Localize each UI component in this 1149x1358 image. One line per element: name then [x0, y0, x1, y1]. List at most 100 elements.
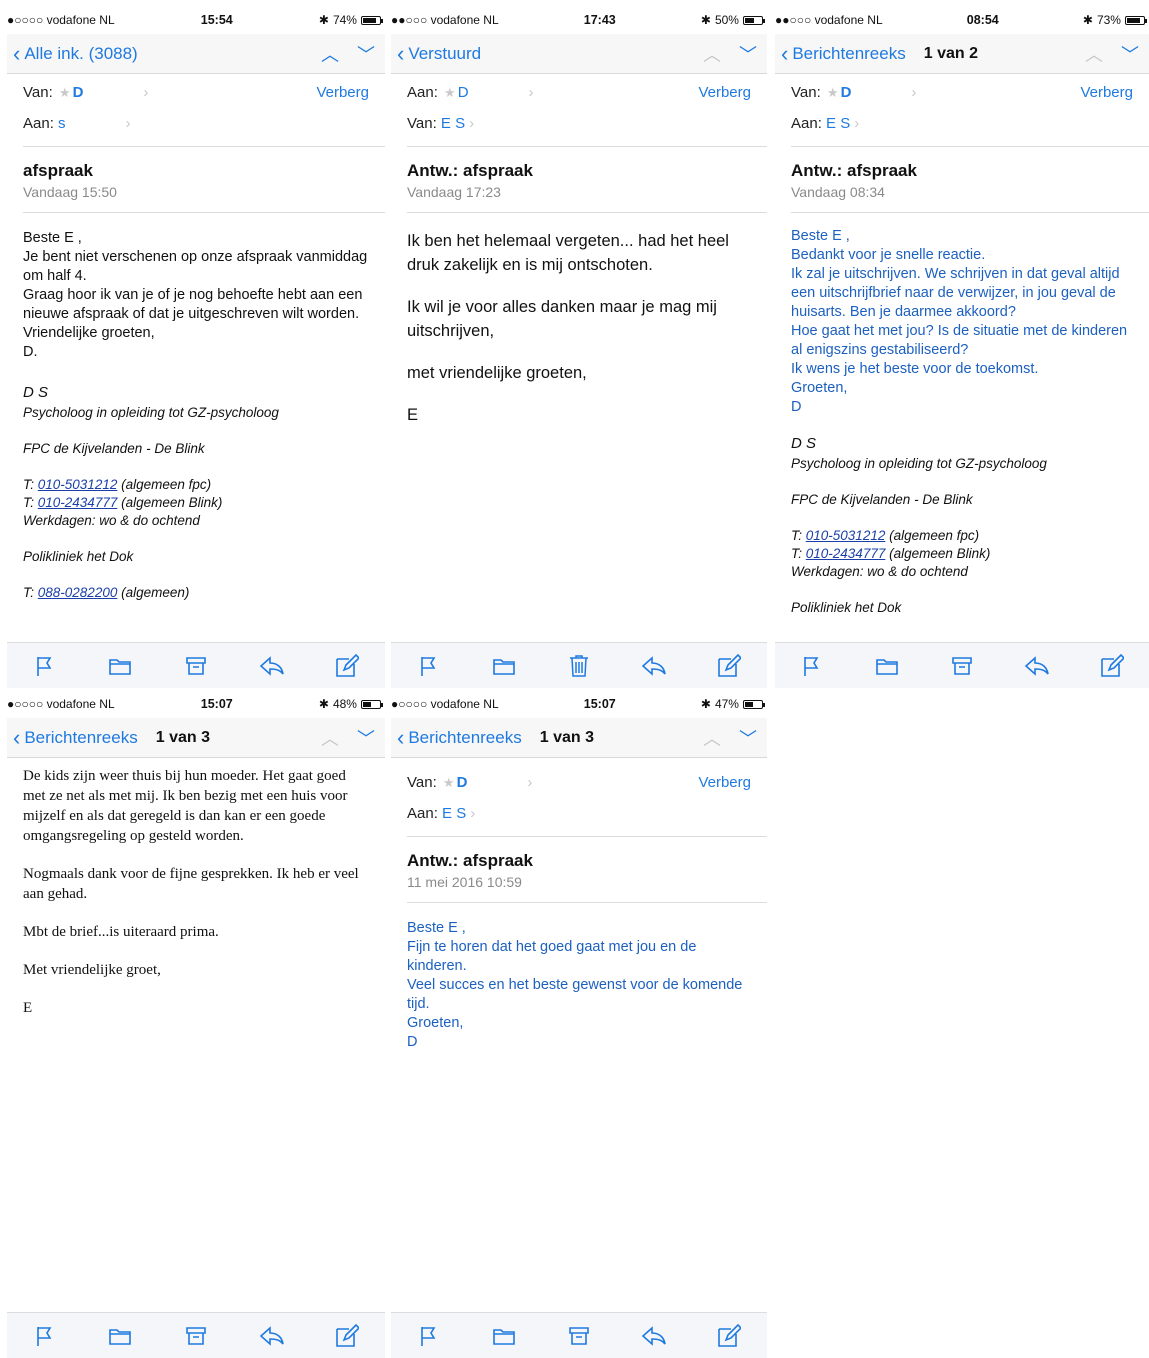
flag-icon[interactable]	[797, 651, 827, 681]
previous-message-icon[interactable]: ︿	[703, 41, 721, 67]
compose-icon[interactable]	[714, 651, 744, 681]
folder-icon[interactable]	[872, 651, 902, 681]
previous-message-icon[interactable]: ︿	[703, 725, 721, 751]
folder-icon[interactable]	[105, 1321, 135, 1351]
hide-details-button[interactable]: Verberg	[316, 84, 369, 101]
back-button[interactable]: ‹ Berichtenreeks 1 van 2	[781, 40, 978, 66]
sender[interactable]: D	[457, 774, 468, 791]
archive-icon[interactable]	[947, 651, 977, 681]
body-line: Met vriendelijke groet,	[23, 962, 161, 978]
next-message-icon[interactable]: ﹀	[357, 725, 375, 751]
chevron-right-icon: ›	[469, 115, 475, 132]
nav-bar: ‹ Berichtenreeks 1 van 3 ︿ ﹀	[391, 718, 767, 758]
chevron-right-icon: ›	[911, 84, 917, 101]
hide-details-button[interactable]: Verberg	[1080, 84, 1133, 101]
phone-link[interactable]: 010-2434777	[38, 495, 118, 510]
screenshot-1: ●○○○○ vodafone NL 15:54 ✱ 74% ‹ Alle ink. …	[7, 6, 385, 688]
toolbar	[775, 642, 1149, 688]
previous-message-icon[interactable]: ︿	[1085, 41, 1103, 67]
subject: Antw.: afspraak	[407, 851, 533, 870]
sender[interactable]: E S	[441, 115, 465, 132]
back-button[interactable]: ‹ Berichtenreeks 1 van 3	[13, 726, 210, 749]
battery-percent: 48%	[332, 697, 357, 711]
message-body: Beste E , Bedankt voor je snelle reactie…	[775, 213, 1149, 417]
status-time: 17:43	[583, 13, 616, 27]
compose-icon[interactable]	[332, 651, 362, 681]
recipient[interactable]: E S	[442, 805, 466, 822]
folder-icon[interactable]	[489, 1321, 519, 1351]
reply-icon[interactable]	[639, 1321, 669, 1351]
reply-icon[interactable]	[639, 651, 669, 681]
star-icon: ★	[444, 85, 456, 100]
back-label: Berichtenreeks	[24, 727, 138, 747]
phone-link[interactable]: 088-0282200	[38, 585, 118, 600]
phone-link[interactable]: 010-5031212	[38, 477, 118, 492]
battery-percent: 47%	[714, 697, 739, 711]
status-time: 08:54	[966, 13, 999, 27]
recipient[interactable]: E S	[826, 115, 850, 132]
back-button[interactable]: ‹ Verstuurd	[397, 42, 481, 65]
next-message-icon[interactable]: ﹀	[739, 41, 757, 67]
status-time: 15:07	[200, 697, 233, 711]
message-header: Van: ★ D › Verberg Aan: s ›	[7, 74, 385, 132]
chevron-left-icon: ‹	[13, 40, 21, 66]
phone-link[interactable]: 010-5031212	[806, 528, 886, 543]
toolbar	[391, 642, 767, 688]
next-message-icon[interactable]: ﹀	[1121, 41, 1139, 67]
body-line: Groeten,	[791, 380, 848, 396]
recipient[interactable]: D	[458, 84, 469, 101]
previous-message-icon[interactable]: ︿	[321, 725, 339, 751]
reply-icon[interactable]	[257, 1321, 287, 1351]
carrier: ●○○○○ vodafone NL	[7, 13, 115, 27]
recipient[interactable]: s	[58, 115, 66, 132]
nav-bar: ‹ Verstuurd ︿ ﹀	[391, 34, 767, 74]
back-button[interactable]: ‹ Berichtenreeks 1 van 3	[397, 726, 594, 749]
message-body: De kids zijn weer thuis bij hun moeder. …	[7, 758, 385, 1018]
compose-icon[interactable]	[332, 1321, 362, 1351]
message-nav: ︿ ﹀	[703, 41, 757, 67]
back-label: Berichtenreeks	[408, 727, 522, 747]
trash-icon[interactable]	[564, 651, 594, 681]
from-label: Van:	[407, 115, 437, 132]
reply-icon[interactable]	[1022, 651, 1052, 681]
battery-percent: 50%	[714, 13, 739, 27]
folder-icon[interactable]	[105, 651, 135, 681]
carrier: ●●○○○ vodafone NL	[775, 13, 883, 27]
status-time: 15:54	[200, 13, 233, 27]
message-nav: ︿ ﹀	[703, 725, 757, 751]
folder-icon[interactable]	[489, 651, 519, 681]
signature-role: Psycholoog in opleiding tot GZ-psycholoo…	[23, 405, 279, 420]
thread-count: 1 van 3	[155, 728, 210, 746]
date: Vandaag 08:34	[791, 184, 885, 200]
compose-icon[interactable]	[714, 1321, 744, 1351]
archive-icon[interactable]	[564, 1321, 594, 1351]
archive-icon[interactable]	[181, 1321, 211, 1351]
to-label: Aan:	[407, 805, 438, 822]
body-line: Ik zal je uitschrijven. We schrijven in …	[791, 266, 1120, 320]
next-message-icon[interactable]: ﹀	[739, 725, 757, 751]
chevron-right-icon: ›	[528, 84, 534, 101]
body-line: Beste E ,	[791, 228, 850, 244]
flag-icon[interactable]	[30, 651, 60, 681]
back-button[interactable]: ‹ Alle ink. (3088)	[13, 40, 138, 66]
hide-details-button[interactable]: Verberg	[698, 774, 751, 791]
sender[interactable]: D	[73, 84, 84, 101]
flag-icon[interactable]	[414, 1321, 444, 1351]
sender[interactable]: D	[841, 84, 852, 101]
chevron-right-icon: ›	[143, 84, 149, 101]
archive-icon[interactable]	[181, 651, 211, 681]
flag-icon[interactable]	[30, 1321, 60, 1351]
signature: D S Psycholoog in opleiding tot GZ-psych…	[7, 384, 385, 602]
compose-icon[interactable]	[1097, 651, 1127, 681]
reply-icon[interactable]	[257, 651, 287, 681]
bluetooth-icon: ✱	[700, 697, 711, 711]
body-line: met vriendelijke groeten,	[407, 364, 587, 382]
previous-message-icon[interactable]: ︿	[321, 41, 339, 67]
subject-block: afspraak Vandaag 15:50	[7, 147, 385, 212]
flag-icon[interactable]	[414, 651, 444, 681]
phone-link[interactable]: 010-2434777	[806, 546, 886, 561]
next-message-icon[interactable]: ﹀	[357, 41, 375, 67]
status-bar: ●○○○○ vodafone NL 15:07 ✱ 47%	[391, 690, 767, 718]
chevron-left-icon: ‹	[781, 40, 789, 66]
hide-details-button[interactable]: Verberg	[698, 84, 751, 101]
